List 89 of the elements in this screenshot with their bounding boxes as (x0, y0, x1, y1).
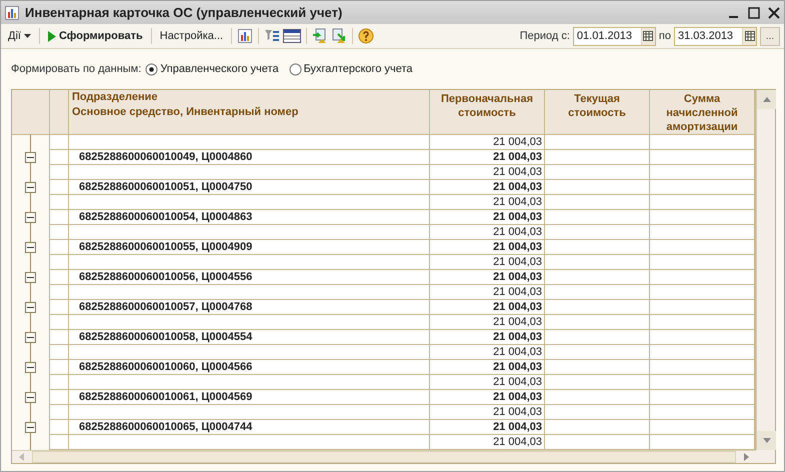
column-header: Подразделение (69, 90, 430, 106)
initial-cost-cell: 21 004,03 (430, 315, 545, 330)
asset-name-cell: 6825288600060010057, Ц0004768 (69, 300, 430, 315)
initial-cost-cell: 21 004,03 (430, 360, 545, 375)
asset-name-cell: 6825288600060010058, Ц0004554 (69, 330, 430, 345)
collapse-toggle[interactable] (25, 272, 36, 283)
minus-icon (27, 394, 34, 401)
asset-name-cell: 6825288600060010051, Ц0004750 (69, 180, 430, 195)
actions-menu[interactable]: Дії (5, 28, 34, 44)
scroll-up-icon[interactable] (757, 90, 776, 109)
radio-label[interactable]: Бухгалтерского учета (304, 63, 413, 75)
collapse-toggle[interactable] (25, 362, 36, 373)
period-label: Период с: (520, 30, 570, 42)
radio-label[interactable]: Управленческого учета (160, 63, 279, 75)
play-icon (48, 30, 56, 42)
export-icon[interactable] (331, 28, 348, 44)
minus-icon (27, 304, 34, 311)
initial-cost-cell: 21 004,03 (430, 165, 545, 180)
collapse-toggle[interactable] (25, 332, 36, 343)
collapse-toggle[interactable] (25, 422, 36, 433)
initial-cost-cell: 21 004,03 (430, 225, 545, 240)
asset-name-cell: 6825288600060010055, Ц0004909 (69, 240, 430, 255)
minus-icon (27, 364, 34, 371)
caret-icon (24, 34, 31, 38)
asset-name-cell: 6825288600060010060, Ц0004566 (69, 360, 430, 375)
asset-name-cell: 6825288600060010054, Ц0004863 (69, 210, 430, 225)
initial-cost-cell: 21 004,03 (430, 195, 545, 210)
initial-cost-cell: 21 004,03 (430, 135, 545, 150)
minus-icon (27, 334, 34, 341)
minus-icon (27, 214, 34, 221)
run-button[interactable]: Сформировать (44, 28, 146, 44)
initial-cost-cell: 21 004,03 (430, 420, 545, 435)
initial-cost-cell: 21 004,03 (430, 330, 545, 345)
initial-cost-cell: 21 004,03 (430, 285, 545, 300)
scroll-down-icon[interactable] (757, 431, 776, 450)
collapse-toggle[interactable] (25, 392, 36, 403)
initial-cost-cell: 21 004,03 (430, 345, 545, 360)
maximize-icon[interactable] (748, 6, 760, 18)
collapse-toggle[interactable] (25, 182, 36, 193)
initial-cost-cell: 21 004,03 (430, 300, 545, 315)
column-header: Первоначальная стоимость (430, 90, 545, 135)
collapse-toggle[interactable] (25, 212, 36, 223)
collapse-toggle[interactable] (25, 302, 36, 313)
to-label: по (658, 30, 671, 42)
asset-name-cell: 6825288600060010061, Ц0004569 (69, 390, 430, 405)
filter-icon[interactable] (264, 28, 280, 44)
window-title: Инвентарная карточка ОС (управленческий учет) (25, 5, 344, 20)
collapse-toggle[interactable] (25, 242, 36, 253)
initial-cost-cell: 21 004,03 (430, 240, 545, 255)
column-header: Основное средство, Инвентарный номер (69, 105, 430, 121)
column-header: Сумма начисленной амортизации (650, 90, 755, 135)
report-icon[interactable] (237, 28, 254, 44)
minus-icon (27, 424, 34, 431)
initial-cost-cell: 21 004,03 (430, 150, 545, 165)
collapse-toggle[interactable] (25, 152, 36, 163)
import-icon[interactable] (312, 28, 328, 44)
calendar-icon[interactable] (640, 28, 655, 44)
date-to-field[interactable]: 31.03.2013 (674, 26, 757, 46)
initial-cost-cell: 21 004,03 (430, 435, 545, 450)
close-icon[interactable] (768, 6, 780, 18)
initial-cost-cell: 21 004,03 (430, 375, 545, 390)
minus-icon (27, 184, 34, 191)
minus-icon (27, 244, 34, 251)
initial-cost-cell: 21 004,03 (430, 180, 545, 195)
date-from-field[interactable]: 01.01.2013 (572, 26, 656, 46)
initial-cost-cell: 21 004,03 (430, 270, 545, 285)
report-icon (5, 6, 19, 20)
asset-name-cell: 6825288600060010049, Ц0004860 (69, 150, 430, 165)
initial-cost-cell: 21 004,03 (430, 210, 545, 225)
radio-button[interactable] (288, 62, 302, 76)
help-icon[interactable] (358, 28, 374, 44)
header-cell (50, 90, 69, 135)
column-header: Текущая стоимость (545, 90, 650, 135)
header-cell (12, 90, 50, 135)
asset-name-cell: 6825288600060010065, Ц0004744 (69, 420, 430, 435)
table-icon[interactable] (283, 28, 302, 44)
minus-icon (27, 154, 34, 161)
minus-icon (27, 274, 34, 281)
vertical-scrollbar[interactable] (756, 90, 775, 450)
more-button[interactable]: ... (760, 26, 780, 46)
radio-button[interactable] (145, 62, 158, 76)
initial-cost-cell: 21 004,03 (430, 405, 545, 420)
asset-name-cell: 6825288600060010056, Ц0004556 (69, 270, 430, 285)
settings-button[interactable]: Настройка... (156, 28, 226, 44)
data-source-label: Формировать по данным: (11, 63, 142, 75)
initial-cost-cell: 21 004,03 (430, 255, 545, 270)
scrollbar-corner (756, 450, 775, 463)
initial-cost-cell: 21 004,03 (430, 390, 545, 405)
calendar-icon[interactable] (742, 28, 756, 44)
